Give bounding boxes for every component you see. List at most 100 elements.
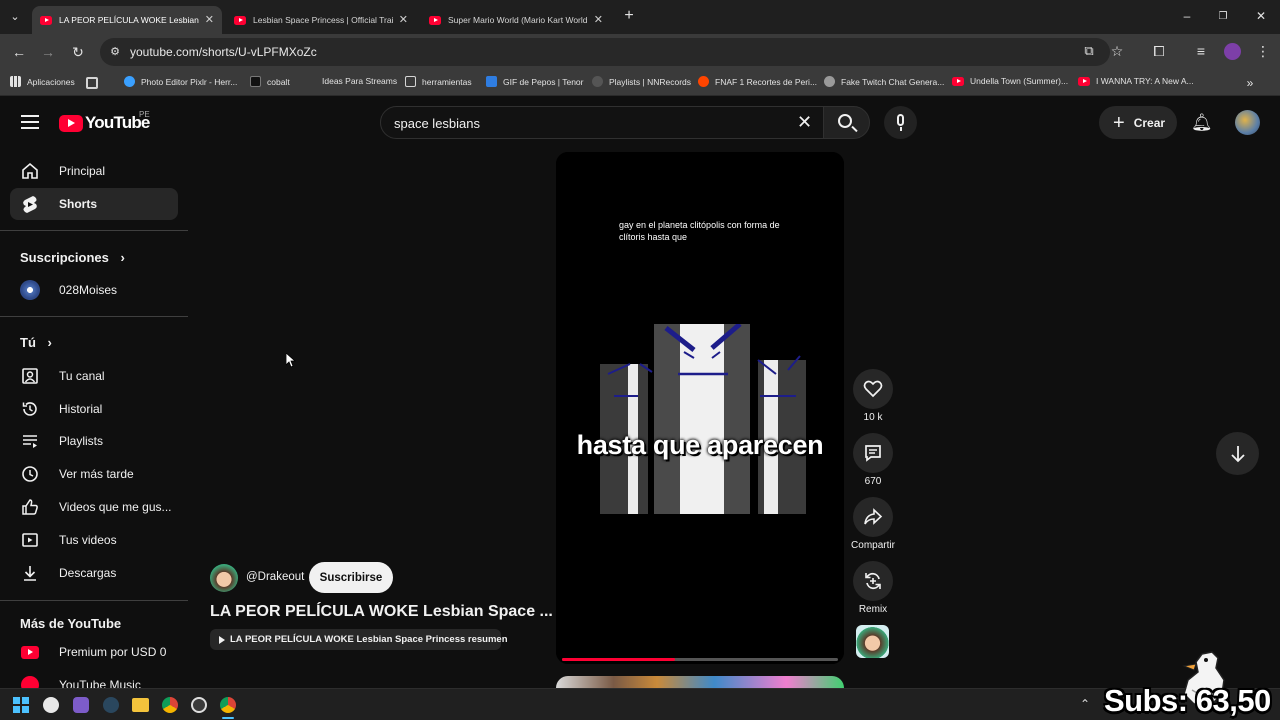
- bookmark-item[interactable]: Fake Twitch Chat Genera...: [824, 76, 944, 87]
- section-title: Suscripciones: [20, 250, 109, 265]
- premium-icon: [20, 642, 40, 662]
- short-video-player[interactable]: gay en el planeta clitópolis con forma d…: [556, 152, 844, 664]
- sidebar-item-premium[interactable]: Premium por USD 0: [10, 636, 178, 668]
- more-bookmarks-icon[interactable]: »: [1241, 75, 1259, 91]
- more-from-youtube-heading: Más de YouTube: [20, 616, 121, 631]
- you-heading[interactable]: Tú ›: [20, 335, 52, 350]
- profile-avatar[interactable]: [1224, 43, 1241, 60]
- like-count: 10 k: [863, 412, 883, 423]
- close-tab-icon[interactable]: ✕: [594, 13, 603, 26]
- share-label: Compartir: [851, 540, 895, 551]
- remix-icon: [865, 572, 881, 590]
- bookmark-item[interactable]: Photo Editor Pixlr - Herr...: [124, 76, 237, 87]
- new-tab-icon[interactable]: +: [620, 8, 638, 24]
- back-icon[interactable]: ←: [10, 44, 28, 60]
- forward-icon[interactable]: →: [39, 44, 57, 60]
- twitch-chat-icon: [824, 76, 835, 87]
- sidebar-item-descargas[interactable]: Descargas: [10, 557, 178, 589]
- sidebar-item-historial[interactable]: Historial: [10, 393, 178, 425]
- playlist-chip[interactable]: LA PEOR PELÍCULA WOKE Lesbian Space Prin…: [210, 629, 508, 650]
- sidebar-item-tu-canal[interactable]: Tu canal: [10, 360, 178, 392]
- close-window-icon[interactable]: ✕: [1252, 8, 1270, 24]
- account-avatar[interactable]: [1235, 110, 1260, 135]
- subscribe-button[interactable]: Suscribirse: [309, 562, 393, 593]
- browser-tab-2[interactable]: Lesbian Space Princess | Official Traile…: [226, 6, 416, 34]
- xbox-icon[interactable]: [43, 697, 59, 713]
- tray-chevron-icon[interactable]: ⌃: [1080, 697, 1090, 711]
- plus-icon: +: [1113, 111, 1125, 134]
- sidebar-item-youtube-music[interactable]: YouTube Music: [10, 669, 178, 688]
- hamburger-menu-icon[interactable]: [21, 115, 39, 129]
- browser-menu-icon[interactable]: ⋮: [1254, 43, 1272, 59]
- sidebar-item-label: Shorts: [59, 197, 98, 211]
- file-explorer-icon[interactable]: [132, 698, 149, 712]
- bookmark-label: herramientas: [422, 76, 472, 87]
- reload-icon[interactable]: ↻: [69, 44, 87, 60]
- browser-tab-1[interactable]: LA PEOR PELÍCULA WOKE Lesbian Spa ✕: [32, 6, 222, 34]
- comment-icon: [865, 445, 881, 462]
- channel-avatar[interactable]: [210, 564, 238, 592]
- sidebar-item-shorts[interactable]: Shorts: [10, 188, 178, 220]
- sidebar-item-principal[interactable]: Principal: [10, 155, 178, 187]
- address-bar[interactable]: ⚙ youtube.com/shorts/U-vLPFMXoZc ⧉: [100, 38, 1110, 66]
- bookmark-item[interactable]: I WANNA TRY: A New A...: [1078, 76, 1194, 86]
- tab-groups-icon[interactable]: [86, 77, 98, 89]
- next-short-button[interactable]: [1216, 432, 1259, 475]
- youtube-logo[interactable]: YouTube PE: [59, 110, 150, 133]
- audio-source-thumbnail[interactable]: [856, 625, 889, 658]
- big-caption: hasta que aparecen: [576, 430, 824, 460]
- obs-icon[interactable]: [191, 697, 207, 713]
- bookmark-item[interactable]: cobalt: [250, 76, 290, 87]
- section-title: Más de YouTube: [20, 616, 122, 631]
- subs-counter: Subs: 63,50: [1104, 683, 1271, 718]
- remix-button[interactable]: [853, 561, 893, 601]
- bookmark-label: GIF de Pepos | Tenor: [503, 76, 584, 87]
- steam-icon[interactable]: [103, 697, 119, 713]
- minimize-icon[interactable]: –: [1178, 8, 1196, 24]
- close-tab-icon[interactable]: ✕: [399, 13, 408, 26]
- media-controls-icon[interactable]: ≡: [1192, 43, 1210, 59]
- short-title[interactable]: LA PEOR PELÍCULA WOKE Lesbian Space ...: [210, 603, 553, 621]
- bookmark-item[interactable]: Ideas Para Streams: [322, 76, 397, 86]
- bookmark-item[interactable]: Undella Town (Summer)...: [952, 76, 1068, 86]
- browser-tab-3[interactable]: Super Mario World (Mario Kart World ✕: [421, 6, 611, 34]
- channel-handle[interactable]: @Drakeout: [246, 571, 304, 583]
- windows-start-icon[interactable]: [13, 697, 29, 713]
- like-button[interactable]: [853, 369, 893, 409]
- video-progress-fill: [562, 658, 676, 661]
- chrome-icon[interactable]: [162, 697, 178, 713]
- bookmark-item[interactable]: Playlists | NNRecords: [592, 76, 691, 87]
- sidebar-item-028moises[interactable]: 028Moises: [10, 274, 178, 306]
- tab-search-chevron-icon[interactable]: ⌄: [6, 9, 24, 25]
- next-short-preview[interactable]: [556, 676, 844, 688]
- sidebar-item-videos-que-me-gustan[interactable]: Videos que me gus...: [10, 491, 178, 523]
- close-tab-icon[interactable]: ✕: [205, 13, 214, 26]
- notifications-bell-icon[interactable]: 🔔︎: [1191, 113, 1213, 133]
- bookmark-item[interactable]: GIF de Pepos | Tenor: [486, 76, 583, 87]
- bookmark-star-icon[interactable]: ☆: [1108, 43, 1126, 59]
- install-app-icon[interactable]: ⧉: [1080, 43, 1098, 59]
- subscriptions-heading[interactable]: Suscripciones ›: [20, 250, 125, 265]
- clear-search-icon[interactable]: ✕: [797, 112, 812, 133]
- sidebar-item-playlists[interactable]: Playlists: [10, 425, 178, 457]
- create-button[interactable]: + Crear: [1099, 106, 1177, 139]
- sidebar-item-tus-videos[interactable]: Tus videos: [10, 524, 178, 556]
- extensions-icon[interactable]: ⧠: [1150, 43, 1168, 59]
- channel-icon: [20, 366, 40, 386]
- bookmark-item[interactable]: Aplicaciones: [10, 76, 75, 87]
- sidebar-item-ver-mas-tarde[interactable]: Ver más tarde: [10, 458, 178, 490]
- voice-search-button[interactable]: [884, 106, 917, 139]
- chrome-active-icon[interactable]: [220, 697, 236, 713]
- search-input[interactable]: space lesbians: [394, 116, 480, 131]
- bookmark-item[interactable]: herramientas: [405, 76, 472, 87]
- home-icon: [20, 161, 40, 181]
- bookmark-item[interactable]: FNAF 1 Recortes de Peri...: [698, 76, 817, 87]
- share-button[interactable]: [853, 497, 893, 537]
- site-info-icon[interactable]: ⚙: [106, 44, 124, 60]
- video-progress-track[interactable]: [562, 658, 838, 661]
- app-icon[interactable]: [73, 697, 89, 713]
- maximize-icon[interactable]: ❐: [1214, 9, 1232, 25]
- search-box[interactable]: space lesbians ✕: [380, 106, 824, 139]
- search-button[interactable]: [823, 106, 870, 139]
- comments-button[interactable]: [853, 433, 893, 473]
